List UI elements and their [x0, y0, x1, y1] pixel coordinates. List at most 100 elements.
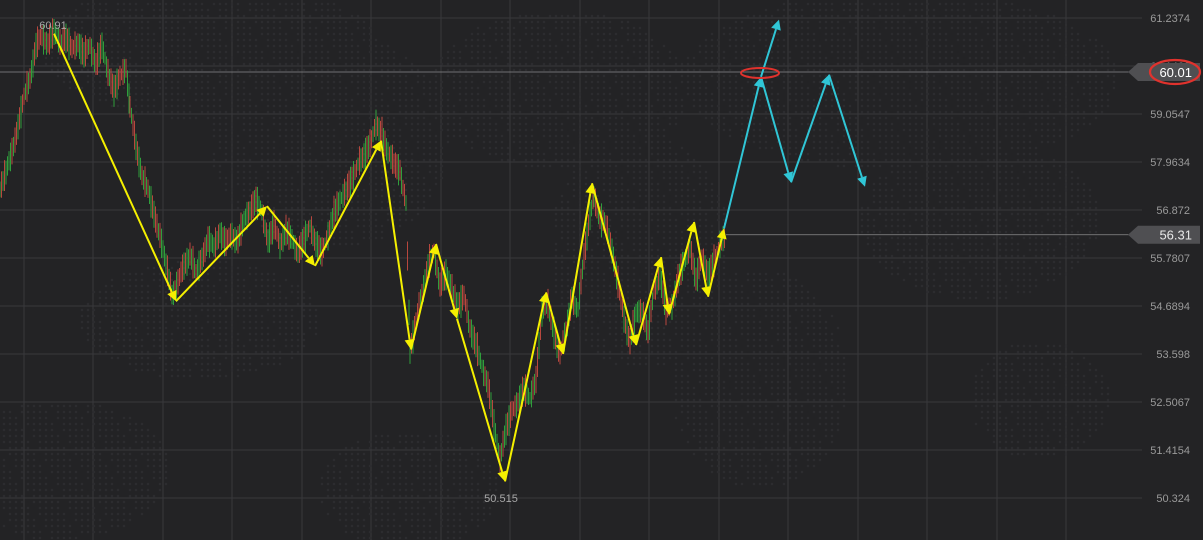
- map-dot-2714: [440, 128, 444, 132]
- map-dot-511: [110, 344, 114, 348]
- map-dot-4477: [722, 272, 726, 276]
- map-dot-3182: [554, 152, 558, 156]
- map-dot-3002: [506, 50, 510, 54]
- map-dot-4808: [764, 290, 768, 294]
- map-dot-4682: [746, 446, 750, 450]
- map-dot-860: [158, 464, 162, 468]
- map-dot-2239: [362, 464, 366, 468]
- map-dot-144: [44, 500, 48, 504]
- map-dot-2846: [470, 32, 474, 36]
- map-dot-3787: [638, 26, 642, 30]
- map-dot-3509: [602, 44, 606, 48]
- map-dot-1790: [302, 20, 306, 24]
- map-dot-2623: [422, 188, 426, 192]
- map-dot-3019: [512, 38, 516, 42]
- map-dot-1129: [206, 350, 210, 354]
- map-dot-1354: [242, 86, 246, 90]
- map-dot-4824: [764, 410, 768, 414]
- map-dot-3529: [602, 188, 606, 192]
- map-dot-40: [14, 458, 18, 462]
- map-dot-2851: [470, 74, 474, 78]
- map-dot-2371: [380, 500, 384, 504]
- map-dot-4308: [704, 188, 708, 192]
- map-dot-45: [14, 500, 18, 504]
- map-dot-3901: [650, 188, 654, 192]
- map-dot-4942: [782, 86, 786, 90]
- map-dot-4535: [728, 374, 732, 378]
- map-dot-590: [122, 308, 126, 312]
- map-dot-3427: [590, 134, 594, 138]
- map-dot-4669: [746, 344, 750, 348]
- map-dot-4938: [782, 62, 786, 66]
- map-dot-3031: [512, 122, 516, 126]
- map-dot-82: [26, 506, 30, 510]
- map-dot-609: [122, 506, 126, 510]
- map-dot-991: [182, 302, 186, 306]
- map-dot-3015: [506, 152, 510, 156]
- map-dot-4589: [734, 440, 738, 444]
- map-dot-4398: [710, 458, 714, 462]
- map-dot-4331: [704, 362, 708, 366]
- map-dot-4309: [704, 194, 708, 198]
- map-dot-56: [20, 446, 24, 450]
- map-dot-693: [134, 464, 138, 468]
- map-dot-4497: [722, 416, 726, 420]
- map-dot-3120: [536, 158, 540, 162]
- map-dot-2786: [452, 482, 456, 486]
- map-dot-4908: [776, 320, 780, 324]
- map-dot-2865: [470, 476, 474, 480]
- map-dot-4469: [722, 212, 726, 216]
- map-dot-3685: [620, 320, 624, 324]
- map-dot-243: [68, 404, 72, 408]
- map-dot-3387: [584, 176, 588, 180]
- map-dot-315: [80, 452, 84, 456]
- map-dot-3463: [596, 62, 600, 66]
- map-dot-4395: [710, 440, 714, 444]
- map-dot-2907: [482, 68, 486, 72]
- map-dot-3085: [530, 68, 534, 72]
- map-dot-4460: [722, 74, 726, 78]
- map-dot-2748: [446, 140, 450, 144]
- map-dot-399: [92, 506, 96, 510]
- map-dot-1479: [260, 32, 264, 36]
- map-dot-356: [86, 476, 90, 480]
- map-dot-688: [134, 422, 138, 426]
- map-dot-4548: [728, 476, 732, 480]
- map-dot-1551: [266, 224, 270, 228]
- map-dot-4778: [758, 434, 762, 438]
- map-dot-1340: [236, 356, 240, 360]
- map-dot-3060: [524, 50, 528, 54]
- map-dot-3986: [662, 164, 666, 168]
- map-dot-4354: [710, 92, 714, 96]
- map-dot-1851: [308, 164, 312, 168]
- map-dot-3257: [566, 164, 570, 168]
- map-dot-724: [140, 314, 144, 318]
- map-dot-453: [104, 44, 108, 48]
- map-dot-2590: [416, 206, 420, 210]
- map-dot-4578: [734, 362, 738, 366]
- map-dot-4769: [758, 368, 762, 372]
- map-dot-4385: [710, 368, 714, 372]
- map-dot-4134: [680, 326, 684, 330]
- map-dot-1317: [236, 140, 240, 144]
- map-dot-4950: [782, 146, 786, 150]
- map-dot-1012: [188, 74, 192, 78]
- map-dot-614: [128, 8, 132, 12]
- map-dot-1055: [194, 290, 198, 294]
- map-dot-1905: [314, 326, 318, 330]
- map-dot-4193: [686, 440, 690, 444]
- map-dot-598: [122, 416, 126, 420]
- map-dot-3108: [536, 74, 540, 78]
- map-dot-1587: [272, 152, 276, 156]
- map-dot-4968: [782, 392, 786, 396]
- map-dot-1202: [218, 308, 222, 312]
- map-dot-2441: [392, 200, 396, 204]
- map-dot-2076: [344, 50, 348, 54]
- map-dot-3549: [602, 344, 606, 348]
- map-dot-4232: [692, 368, 696, 372]
- map-dot-1639: [278, 194, 282, 198]
- map-dot-733: [140, 428, 144, 432]
- map-dot-3589: [608, 290, 612, 294]
- map-dot-2650: [428, 140, 432, 144]
- map-dot-2607: [416, 536, 420, 540]
